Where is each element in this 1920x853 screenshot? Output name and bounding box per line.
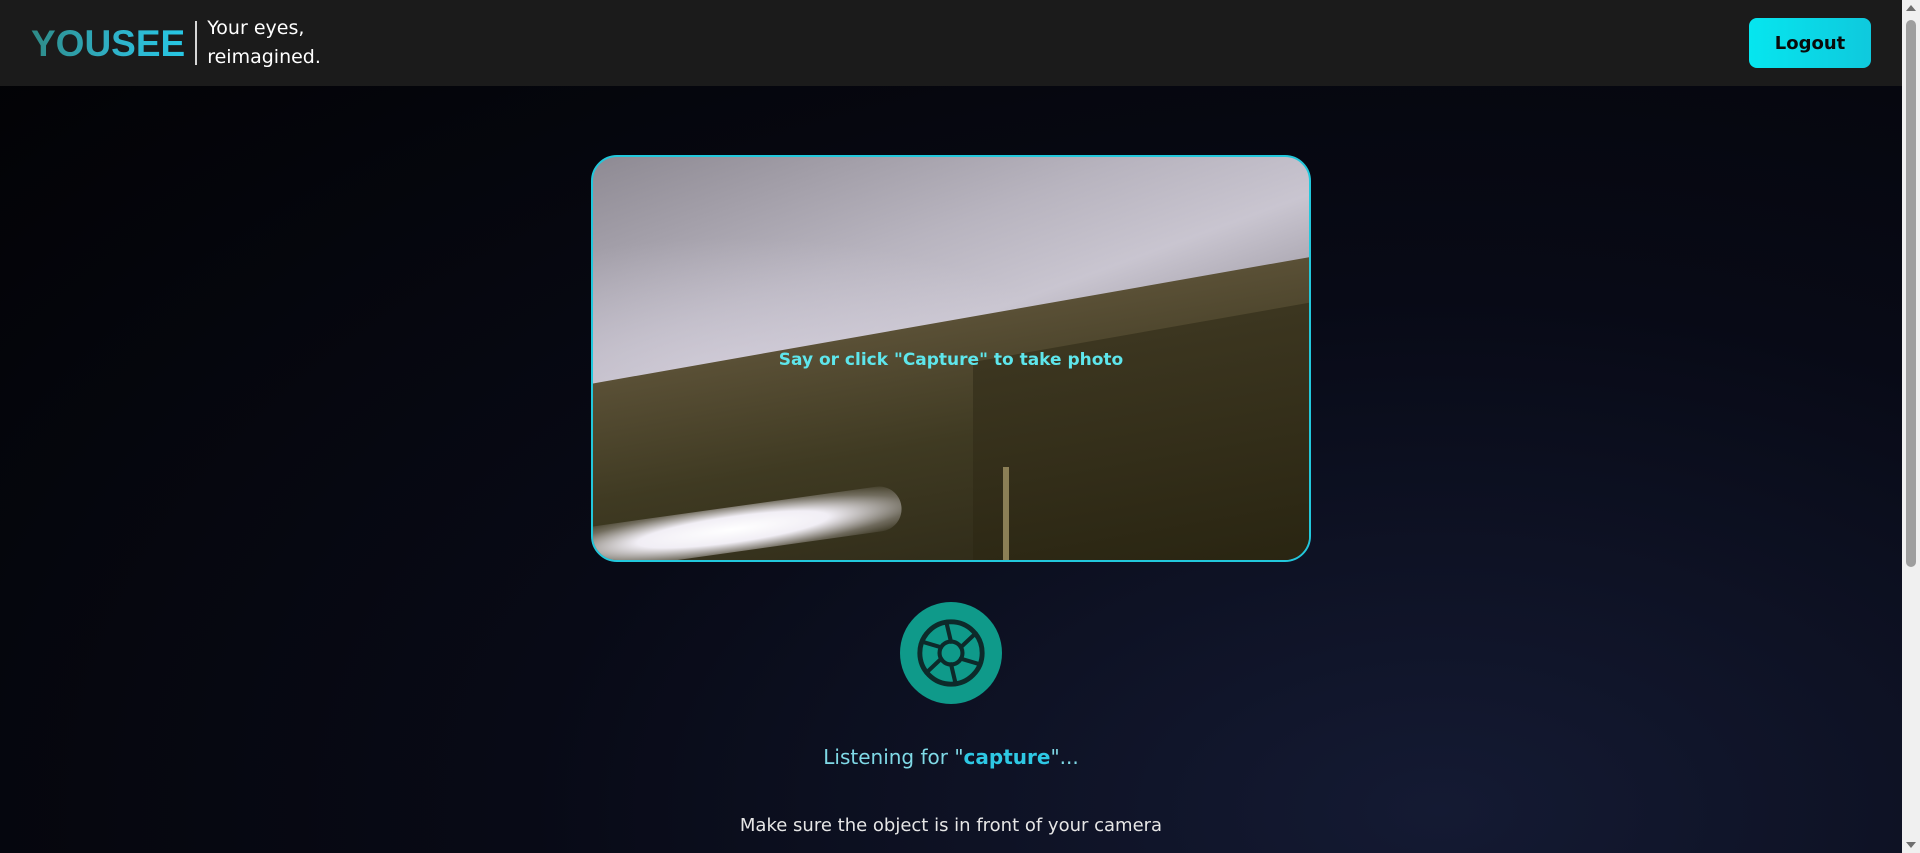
listening-prefix: Listening for " (823, 745, 964, 769)
aperture-icon (917, 619, 985, 687)
capture-button[interactable] (900, 602, 1002, 704)
camera-feed-pipe (1003, 467, 1009, 560)
logout-button[interactable]: Logout (1749, 18, 1871, 68)
camera-prompt: Say or click "Capture" to take photo (778, 350, 1124, 370)
vertical-scrollbar[interactable] (1902, 0, 1920, 853)
listening-suffix: "... (1050, 745, 1079, 769)
listening-keyword: capture (963, 745, 1051, 769)
scrollbar-thumb[interactable] (1906, 20, 1916, 567)
camera-hint: Make sure the object is in front of your… (739, 815, 1163, 836)
brand-divider (195, 21, 198, 65)
scroll-up-arrow-icon[interactable] (1906, 5, 1916, 11)
camera-preview: Say or click "Capture" to take photo (591, 155, 1311, 562)
tagline: Your eyes, reimagined. (207, 17, 321, 68)
brand: YOUSEE Your eyes, reimagined. (31, 14, 337, 72)
listening-status: Listening for "capture"... (0, 745, 1902, 769)
scroll-down-arrow-icon[interactable] (1906, 842, 1916, 848)
app-logo: YOUSEE (31, 22, 186, 64)
top-navbar: YOUSEE Your eyes, reimagined. Logout (0, 0, 1902, 86)
